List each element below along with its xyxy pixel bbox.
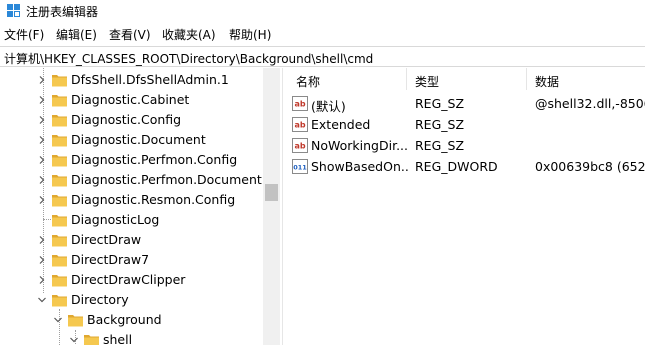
- value-row[interactable]: ab Extended REG_SZ: [288, 114, 645, 135]
- title-bar: 注册表编辑器: [0, 0, 645, 22]
- value-row[interactable]: ab NoWorkingDir... REG_SZ: [288, 135, 645, 156]
- svg-text:ab: ab: [294, 142, 305, 151]
- tree-item[interactable]: Diagnostic.Config: [0, 110, 263, 130]
- folder-icon: [52, 195, 67, 207]
- value-type: REG_SZ: [415, 138, 465, 153]
- value-row[interactable]: 011 ShowBasedOn... REG_DWORD 0x00639bc8 (65…: [288, 156, 645, 177]
- tree-item[interactable]: Diagnostic.Perfmon.Config: [0, 150, 263, 170]
- tree-item[interactable]: DirectDrawClipper: [0, 270, 263, 290]
- chevron-right-icon[interactable]: [37, 275, 47, 285]
- tree-item[interactable]: Background: [0, 310, 263, 330]
- menu-view[interactable]: 查看(V): [109, 26, 151, 43]
- tree-scrollbar[interactable]: [263, 68, 280, 345]
- tree-item-label: Diagnostic.Resmon.Config: [71, 192, 236, 207]
- folder-icon: [52, 115, 67, 127]
- binary-value-icon: 011: [292, 159, 308, 174]
- value-row[interactable]: ab (默认) REG_SZ @shell32.dll,-8506: [288, 93, 645, 114]
- regedit-app-icon: [7, 4, 20, 17]
- chevron-right-icon[interactable]: [37, 95, 47, 105]
- chevron-down-icon[interactable]: [69, 335, 79, 345]
- tree-item[interactable]: DfsShell.DfsShellAdmin.1: [0, 70, 263, 90]
- tree-item-label: DirectDraw: [71, 232, 142, 247]
- chevron-right-icon[interactable]: [37, 155, 47, 165]
- tree-item-label: Directory: [71, 292, 129, 307]
- value-name: (默认): [311, 99, 346, 114]
- tree-item-label: DiagnosticLog: [71, 212, 160, 227]
- tree-item-label: Diagnostic.Document: [71, 132, 206, 147]
- value-data: 0x00639bc8 (65279: [535, 159, 645, 174]
- window-title: 注册表编辑器: [26, 5, 99, 19]
- chevron-right-icon[interactable]: [37, 135, 47, 145]
- chevron-right-icon[interactable]: [37, 75, 47, 85]
- value-name: Extended: [311, 117, 371, 132]
- chevron-right-icon[interactable]: [37, 255, 47, 265]
- value-type: REG_DWORD: [415, 159, 498, 174]
- string-value-icon: ab: [292, 96, 308, 111]
- chevron-right-icon[interactable]: [37, 195, 47, 205]
- string-value-icon: ab: [292, 138, 308, 153]
- value-data: @shell32.dll,-8506: [535, 96, 645, 111]
- folder-icon: [52, 295, 67, 307]
- tree-item[interactable]: shell: [0, 330, 263, 345]
- menu-help[interactable]: 帮助(H): [229, 26, 271, 43]
- tree-item[interactable]: Directory: [0, 290, 263, 310]
- chevron-down-icon[interactable]: [37, 295, 47, 305]
- column-separator[interactable]: [406, 68, 407, 90]
- chevron-down-icon[interactable]: [53, 315, 63, 325]
- address-bar[interactable]: 计算机\HKEY_CLASSES_ROOT\Directory\Backgrou…: [0, 46, 645, 67]
- folder-icon: [84, 335, 99, 345]
- folder-icon: [52, 135, 67, 147]
- key-tree[interactable]: DfsShell.DfsShellAdmin.1 Diagnostic.Cabin…: [0, 68, 282, 345]
- column-header-name[interactable]: 名称: [296, 68, 320, 90]
- value-type: REG_SZ: [415, 96, 465, 111]
- tree-item-label: Diagnostic.Config: [71, 112, 182, 127]
- svg-text:011: 011: [293, 164, 307, 172]
- menu-favorites[interactable]: 收藏夹(A): [162, 26, 216, 43]
- chevron-right-icon[interactable]: [37, 115, 47, 125]
- value-name: NoWorkingDir...: [311, 138, 408, 153]
- value-name: ShowBasedOn...: [311, 159, 408, 174]
- tree-item-label: DfsShell.DfsShellAdmin.1: [71, 72, 229, 87]
- column-header-type[interactable]: 类型: [415, 68, 439, 90]
- folder-icon: [52, 215, 67, 227]
- address-path[interactable]: 计算机\HKEY_CLASSES_ROOT\Directory\Backgrou…: [4, 50, 373, 67]
- tree-item[interactable]: Diagnostic.Document: [0, 130, 263, 150]
- folder-icon: [52, 235, 67, 247]
- tree-item-label: DirectDraw7: [71, 252, 150, 267]
- folder-icon: [52, 255, 67, 267]
- folder-icon: [52, 155, 67, 167]
- values-list[interactable]: 名称 类型 数据 ab (默认) REG_SZ @shell32.dll,-8506 a…: [288, 68, 645, 345]
- chevron-right-icon[interactable]: [37, 175, 47, 185]
- string-value-icon: ab: [292, 117, 308, 132]
- tree-item-label: Diagnostic.Perfmon.Config: [71, 152, 238, 167]
- folder-icon: [52, 95, 67, 107]
- tree-item[interactable]: DirectDraw7: [0, 250, 263, 270]
- column-separator[interactable]: [526, 68, 527, 90]
- folder-icon: [52, 175, 67, 187]
- tree-item[interactable]: DirectDraw: [0, 230, 263, 250]
- svg-text:ab: ab: [294, 121, 305, 130]
- folder-icon: [68, 315, 83, 327]
- tree-item-label: Diagnostic.Perfmon.Document: [71, 172, 262, 187]
- svg-text:ab: ab: [294, 100, 305, 109]
- tree-item-label: DirectDrawClipper: [71, 272, 186, 287]
- menu-bar: 文件(F) 编辑(E) 查看(V) 收藏夹(A) 帮助(H): [0, 24, 645, 44]
- folder-icon: [52, 275, 67, 287]
- chevron-right-icon[interactable]: [37, 235, 47, 245]
- tree-item[interactable]: Diagnostic.Resmon.Config: [0, 190, 263, 210]
- value-type: REG_SZ: [415, 117, 465, 132]
- tree-item-label: Background: [87, 312, 162, 327]
- tree-item[interactable]: DiagnosticLog: [0, 210, 263, 230]
- tree-item[interactable]: Diagnostic.Cabinet: [0, 90, 263, 110]
- menu-file[interactable]: 文件(F): [4, 26, 44, 43]
- tree-item[interactable]: Diagnostic.Perfmon.Document: [0, 170, 263, 190]
- tree-item-label: Diagnostic.Cabinet: [71, 92, 190, 107]
- folder-icon: [52, 75, 67, 87]
- tree-scroll-thumb[interactable]: [265, 184, 278, 201]
- tree-item-label: shell: [103, 332, 133, 345]
- menu-edit[interactable]: 编辑(E): [56, 26, 97, 43]
- column-header-data[interactable]: 数据: [535, 68, 559, 90]
